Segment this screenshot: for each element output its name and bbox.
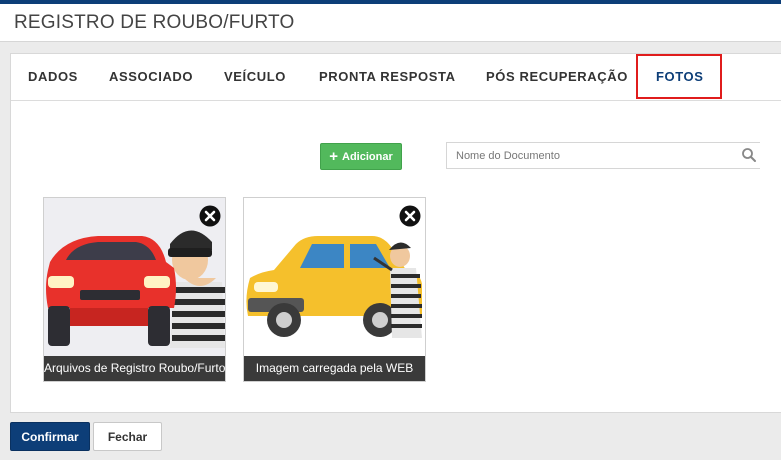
tab-dados[interactable]: DADOS: [28, 54, 78, 100]
add-button[interactable]: + Adicionar: [320, 143, 402, 170]
page-header: REGISTRO DE ROUBO/FURTO: [0, 4, 781, 42]
tab-fotos-highlight: [636, 54, 722, 99]
photo-card[interactable]: Imagem carregada pela WEB: [243, 197, 426, 382]
confirm-button[interactable]: Confirmar: [10, 422, 90, 451]
tab-pos-recuperacao[interactable]: PÓS RECUPERAÇÃO: [486, 54, 628, 100]
photo-caption: Imagem carregada pela WEB: [244, 356, 425, 381]
tab-associado[interactable]: ASSOCIADO: [109, 54, 193, 100]
add-button-label: Adicionar: [342, 150, 393, 163]
remove-photo-icon[interactable]: [199, 205, 221, 227]
photo-card[interactable]: Arquivos de Registro Roubo/Furto: [43, 197, 226, 382]
search-icon[interactable]: [741, 147, 757, 163]
search-box: [446, 142, 760, 169]
red-car-thief-image: [44, 198, 225, 356]
document-name-search-input[interactable]: [447, 143, 735, 168]
photo-caption: Arquivos de Registro Roubo/Furto: [44, 356, 225, 381]
plus-icon: +: [329, 148, 339, 165]
tab-bar: DADOS ASSOCIADO VEÍCULO PRONTA RESPOSTA …: [11, 54, 781, 101]
tab-pronta-resposta[interactable]: PRONTA RESPOSTA: [319, 54, 456, 100]
tab-veiculo[interactable]: VEÍCULO: [224, 54, 286, 100]
yellow-car-thief-image: [244, 198, 425, 356]
remove-photo-icon[interactable]: [399, 205, 421, 227]
main-panel: DADOS ASSOCIADO VEÍCULO PRONTA RESPOSTA …: [10, 53, 781, 413]
page-title: REGISTRO DE ROUBO/FURTO: [14, 12, 295, 33]
close-button[interactable]: Fechar: [93, 422, 162, 451]
